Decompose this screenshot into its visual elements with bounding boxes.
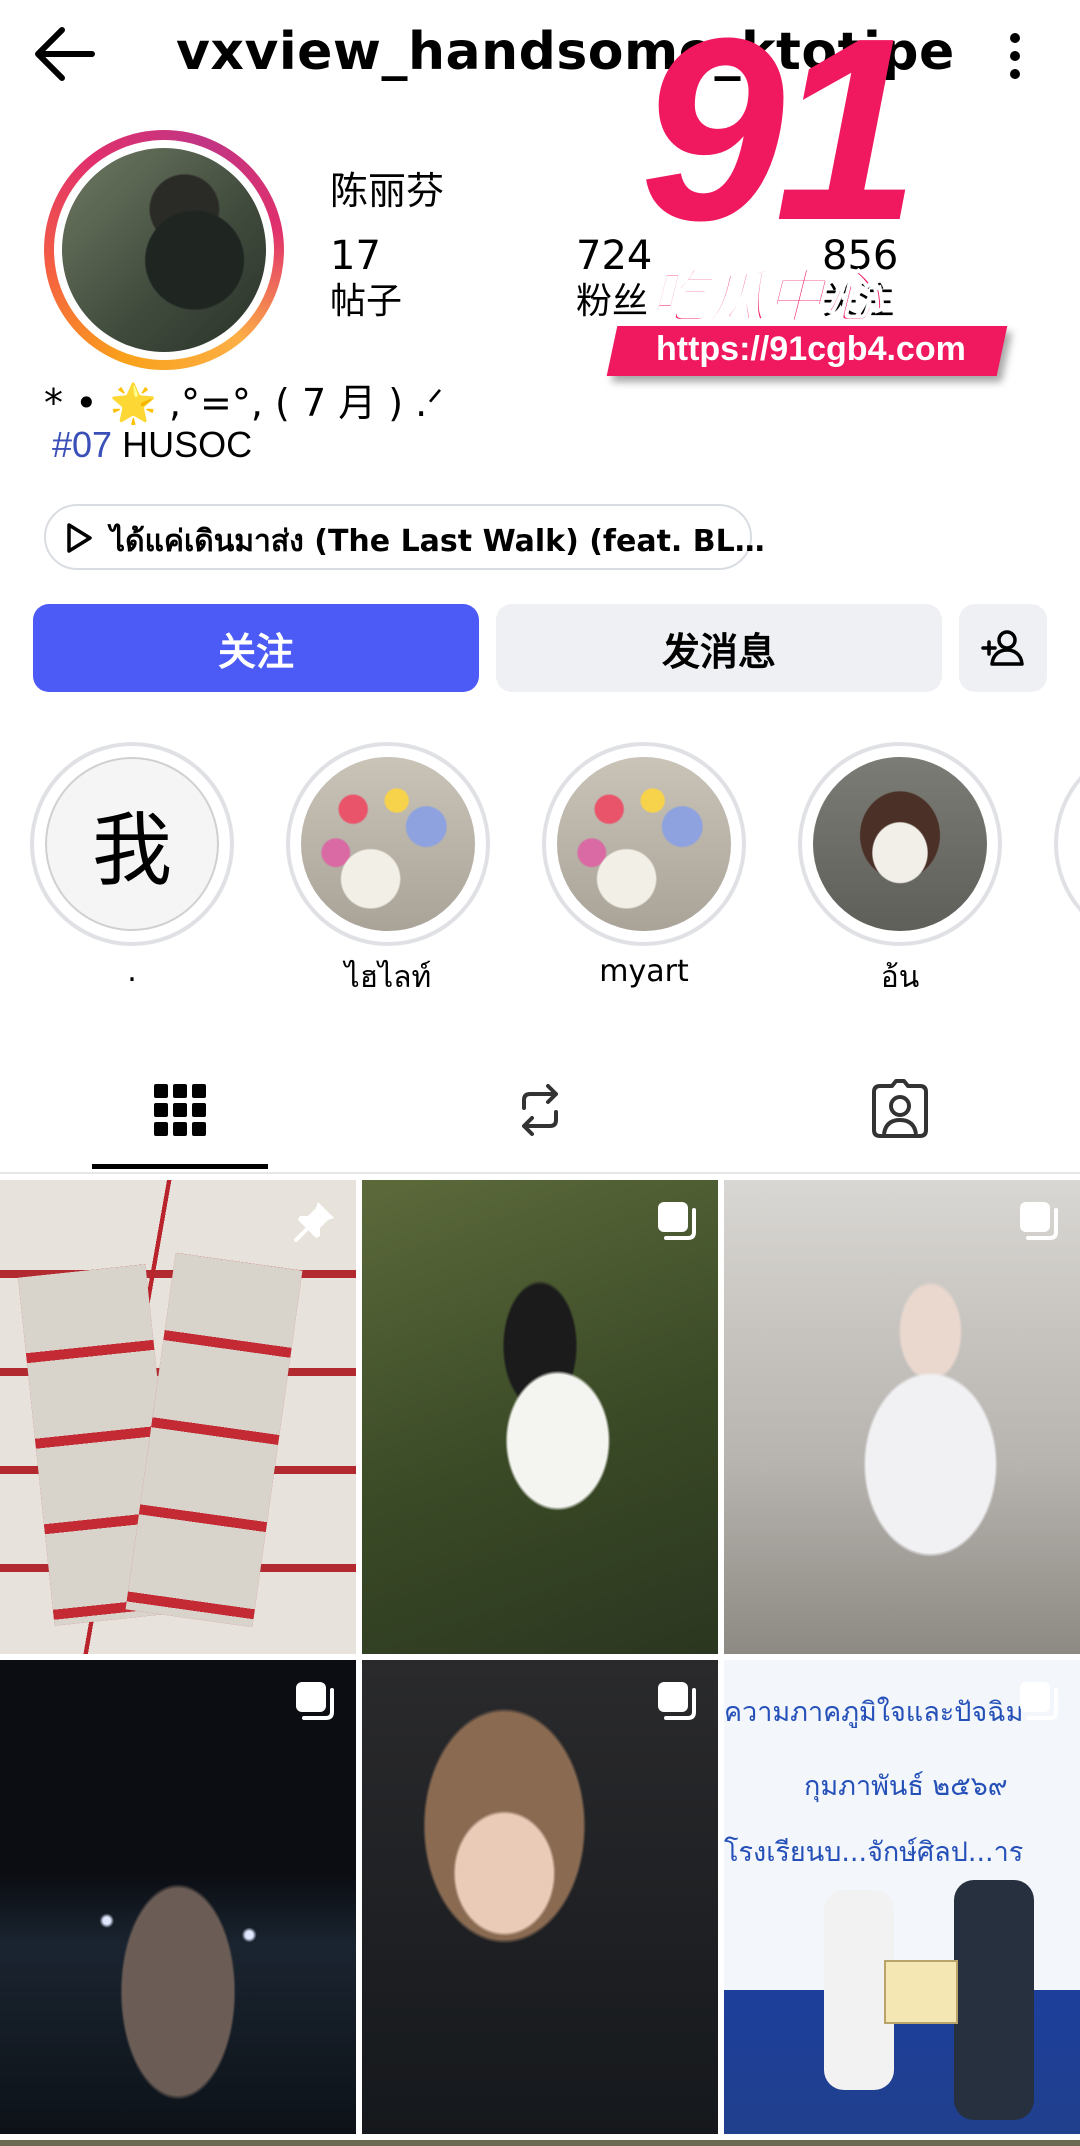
highlight-item[interactable]: ไฮไลท์ — [286, 742, 490, 1001]
message-button[interactable]: 发消息 — [496, 604, 942, 692]
carousel-icon — [658, 1202, 696, 1240]
post-thumbnail[interactable] — [0, 1180, 356, 1654]
highlight-item[interactable]: 我 . — [30, 742, 234, 989]
top-bar: vxview_handsome_ktotipe — [0, 0, 1080, 110]
repost-icon — [522, 1084, 558, 1136]
following-count-label: 关注 — [822, 281, 895, 322]
tab-reposts[interactable] — [360, 1052, 720, 1168]
bio-line: * • 🌟 ,°=°, ( 7 月 ) .ᐟ — [44, 381, 444, 425]
post-thumbnail[interactable] — [0, 1660, 356, 2134]
watermark-url: https://91cgb4.com — [656, 330, 966, 368]
bio-text: HUSOC — [112, 424, 253, 465]
bio-hashtag-link[interactable]: #07 — [52, 424, 112, 465]
following-count[interactable]: 856 关注 — [822, 232, 898, 324]
highlight-cover-text: 我 — [92, 804, 172, 897]
tab-tagged[interactable] — [720, 1052, 1080, 1168]
highlight-cover — [813, 757, 987, 931]
suggested-users-button[interactable] — [959, 604, 1047, 692]
highlight-label: . — [127, 954, 137, 989]
bio-hashtag-line: #07 HUSOC — [52, 424, 252, 466]
posts-count: 17 帖子 — [330, 232, 402, 324]
post-banner-text: โรงเรียนบ...จักษ์ศิลป...าร — [724, 1837, 1024, 1868]
follow-button[interactable]: 关注 — [33, 604, 479, 692]
profile-tabs — [0, 1052, 1080, 1172]
followers-count-value: 724 — [576, 233, 653, 279]
highlight-label: ไฮไลท์ — [344, 960, 432, 995]
followers-count-label: 粉丝 — [576, 281, 649, 322]
username-title: vxview_handsome_ktotipe — [176, 22, 955, 82]
play-icon — [67, 523, 92, 553]
highlight-cover: 我 — [45, 757, 219, 931]
post-thumbnail[interactable] — [362, 1660, 718, 2134]
pin-icon — [294, 1202, 334, 1242]
post-thumbnail[interactable] — [362, 1180, 718, 1654]
carousel-icon — [1020, 1682, 1058, 1720]
back-arrow-icon[interactable] — [30, 24, 100, 84]
highlight-cover — [301, 757, 475, 931]
post-thumbnail[interactable] — [724, 1180, 1080, 1654]
post-thumbnail[interactable]: ความภาคภูมิใจและปัจฉิม กุมภาพันธ์ ๒๕๖๙ โ… — [724, 1660, 1080, 2134]
followers-count[interactable]: 724 粉丝 — [576, 232, 652, 324]
avatar — [62, 148, 266, 352]
grid-icon — [154, 1084, 206, 1136]
tabs-divider — [0, 1172, 1080, 1174]
highlight-label: myart — [599, 954, 689, 989]
active-tab-indicator — [92, 1164, 268, 1169]
posts-count-label: 帖子 — [330, 281, 403, 322]
highlight-item-partial[interactable] — [1054, 742, 1080, 946]
next-row-peek — [0, 2140, 1080, 2146]
highlight-label: อ้น — [880, 960, 920, 995]
following-count-value: 856 — [822, 233, 899, 279]
highlight-cover — [557, 757, 731, 931]
post-banner-text: กุมภาพันธ์ ๒๕๖๙ — [804, 1771, 1008, 1802]
music-pill[interactable]: ได้แค่เดินมาส่ง (The Last Walk) (feat. B… — [44, 504, 765, 570]
add-person-icon — [981, 630, 1024, 666]
display-name: 陈丽芬 — [330, 169, 445, 213]
highlight-item[interactable]: อ้น — [798, 742, 1002, 1001]
posts-count-value: 17 — [330, 233, 381, 279]
music-title: ได้แค่เดินมาส่ง (The Last Walk) (feat. B… — [110, 524, 765, 559]
tab-posts-grid[interactable] — [0, 1052, 360, 1168]
highlight-item[interactable]: myart — [542, 742, 746, 989]
profile-avatar-story-ring[interactable] — [44, 130, 284, 370]
carousel-icon — [296, 1682, 334, 1720]
carousel-icon — [658, 1682, 696, 1720]
tagged-person-icon — [872, 1079, 928, 1138]
carousel-icon — [1020, 1202, 1058, 1240]
more-options-icon[interactable] — [990, 26, 1040, 86]
